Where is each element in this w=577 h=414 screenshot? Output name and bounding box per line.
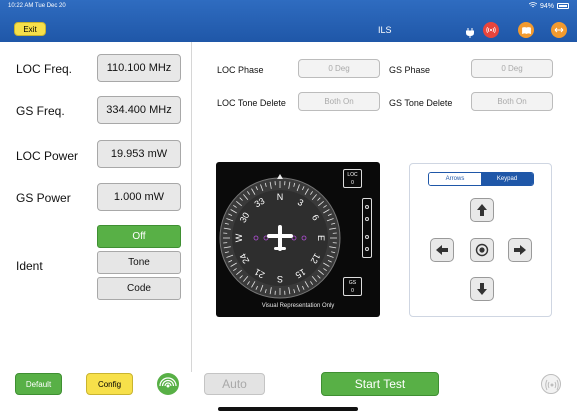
plug-icon[interactable]: [465, 25, 475, 38]
status-time: 10:22 AM Tue Dec 20: [8, 3, 66, 9]
arrow-left-button[interactable]: [430, 238, 454, 262]
status-indicators: 94%: [528, 2, 569, 10]
compass-label: E: [316, 235, 326, 241]
tab-arrows[interactable]: Arrows: [429, 173, 481, 185]
loc-phase-label: LOC Phase: [217, 65, 264, 75]
battery-icon: [557, 3, 569, 9]
loc-tone-delete-label: LOC Tone Delete: [217, 98, 286, 108]
ident-code-button[interactable]: Code: [97, 277, 181, 300]
gs-indicator-value: 0: [351, 288, 354, 294]
gs-indicator: GS 0: [343, 277, 362, 296]
ident-tone-button[interactable]: Tone: [97, 251, 181, 274]
gs-phase-label: GS Phase: [389, 65, 431, 75]
gs-tone-delete-label: GS Tone Delete: [389, 98, 453, 108]
loc-phase-field[interactable]: 0 Deg: [298, 59, 380, 78]
arrow-right-icon: [514, 245, 526, 255]
gs-tone-delete-field[interactable]: Both On: [471, 92, 553, 111]
ident-label: Ident: [16, 259, 43, 273]
exit-button[interactable]: Exit: [14, 22, 46, 36]
battery-percent: 94%: [539, 2, 554, 10]
gs-deviation-scale: [362, 198, 372, 258]
gs-power-label: GS Power: [16, 191, 71, 205]
arrow-left-icon: [436, 245, 448, 255]
header-bar: 10:22 AM Tue Dec 20 94% Exit ILS: [0, 0, 577, 42]
arrow-up-icon: [477, 204, 487, 216]
pad-mode-segmented-control: Arrows Keypad: [428, 172, 534, 186]
loc-tone-delete-field[interactable]: Both On: [298, 92, 380, 111]
auto-button[interactable]: Auto: [204, 373, 265, 395]
loc-power-label: LOC Power: [16, 149, 79, 163]
arrow-down-icon: [477, 283, 487, 295]
swap-arrows-icon[interactable]: [551, 22, 567, 38]
loc-freq-label: LOC Freq.: [16, 62, 73, 76]
center-button[interactable]: [470, 238, 494, 262]
target-icon: [475, 243, 489, 257]
page-title: ILS: [378, 25, 392, 35]
radio-button[interactable]: [541, 374, 561, 394]
signal-button[interactable]: [157, 373, 179, 395]
signal-icon: [159, 377, 177, 388]
gs-indicator-label: GS: [348, 280, 357, 286]
arrow-up-button[interactable]: [470, 198, 494, 222]
ident-off-button[interactable]: Off: [97, 225, 181, 248]
broadcast-icon[interactable]: [483, 22, 499, 38]
tab-keypad[interactable]: Keypad: [481, 173, 533, 185]
radio-icon: [545, 379, 559, 391]
default-button[interactable]: Default: [15, 373, 62, 395]
start-test-button[interactable]: Start Test: [321, 372, 439, 396]
loc-indicator-label: LOC: [347, 172, 358, 178]
ils-instrument: N 3 6 E 12 15 S 21 24 W 30 33 LOC 0 GS 0 Visual Rep…: [216, 162, 380, 317]
wifi-icon: [528, 2, 538, 10]
loc-indicator: LOC 0: [343, 169, 362, 188]
loc-indicator-value: 0: [351, 180, 354, 186]
gs-dot: [365, 235, 369, 239]
home-indicator: [218, 407, 358, 411]
gs-dot: [365, 217, 369, 221]
book-icon[interactable]: [518, 22, 534, 38]
compass-label: W: [234, 233, 244, 242]
gs-power-field[interactable]: 1.000 mW: [97, 183, 181, 211]
config-button[interactable]: Config: [86, 373, 133, 395]
gs-phase-field[interactable]: 0 Deg: [471, 59, 553, 78]
gs-freq-field[interactable]: 334.400 MHz: [97, 96, 181, 124]
arrow-down-button[interactable]: [470, 277, 494, 301]
gs-freq-label: GS Freq.: [16, 104, 65, 118]
left-panel: LOC Freq. 110.100 MHz GS Freq. 334.400 M…: [0, 42, 192, 372]
compass-label: S: [277, 274, 283, 284]
gs-dot: [365, 205, 369, 209]
compass-label: N: [277, 192, 284, 202]
arrow-right-button[interactable]: [508, 238, 532, 262]
loc-power-field[interactable]: 19.953 mW: [97, 140, 181, 168]
arrow-pad-panel: Arrows Keypad: [409, 163, 552, 317]
instrument-caption: Visual Representation Only: [261, 303, 335, 309]
gs-dot: [365, 247, 369, 251]
loc-freq-field[interactable]: 110.100 MHz: [97, 54, 181, 82]
